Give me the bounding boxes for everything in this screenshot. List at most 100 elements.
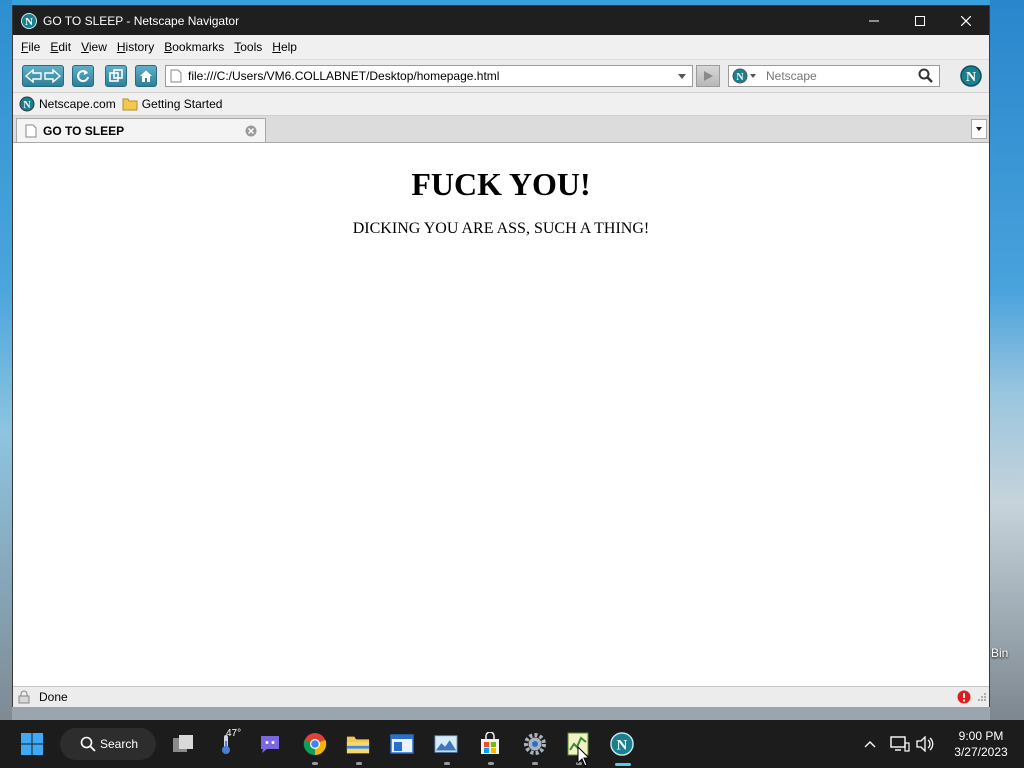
running-indicator: [488, 762, 494, 765]
browser-window: N GO TO SLEEP - Netscape Navigator File …: [12, 5, 990, 707]
reload-icon: [77, 70, 89, 83]
close-button[interactable]: [943, 6, 989, 35]
mouse-cursor-icon: [577, 746, 591, 767]
netscape-icon: N: [21, 12, 37, 29]
desktop-right-strip: [990, 0, 1024, 720]
menu-bookmarks[interactable]: Bookmarks: [164, 40, 224, 54]
menu-edit[interactable]: Edit: [50, 40, 71, 54]
taskbar-file-explorer[interactable]: [346, 732, 370, 756]
menu-tools[interactable]: Tools: [234, 40, 262, 54]
go-arrow-icon: [704, 71, 713, 81]
running-indicator: [532, 762, 538, 765]
svg-text:N: N: [736, 72, 744, 83]
show-hidden-icons-button[interactable]: [858, 732, 882, 756]
task-view-icon: [173, 735, 193, 752]
system-clock[interactable]: 9:00 PM 3/27/2023: [944, 728, 1018, 760]
taskbar-chrome[interactable]: [303, 732, 327, 756]
menu-file[interactable]: File: [21, 40, 40, 54]
back-forward-button[interactable]: [22, 65, 64, 87]
search-box[interactable]: N: [728, 65, 940, 87]
tab-go-to-sleep[interactable]: GO TO SLEEP: [16, 118, 266, 142]
volume-control[interactable]: [913, 732, 937, 756]
netscape-throbber-icon[interactable]: N: [960, 65, 982, 87]
tab-list-button[interactable]: [971, 119, 987, 139]
navigation-toolbar: file:///C:/Users/VM6.COLLABNET/Desktop/h…: [13, 60, 989, 93]
tab-label: GO TO SLEEP: [43, 123, 125, 138]
search-input[interactable]: [764, 68, 918, 84]
minimize-button[interactable]: [851, 6, 897, 35]
search-engine-icon[interactable]: N: [732, 68, 758, 84]
chevron-up-icon: [864, 741, 876, 748]
menu-history[interactable]: History: [117, 40, 154, 54]
weather-widget[interactable]: 47°: [214, 728, 241, 756]
menu-view[interactable]: View: [81, 40, 107, 54]
network-status[interactable]: [888, 732, 912, 756]
start-button[interactable]: [20, 732, 44, 756]
folder-icon: [346, 736, 370, 754]
network-icon: [890, 736, 910, 752]
status-text: Done: [39, 690, 68, 704]
url-text[interactable]: file:///C:/Users/VM6.COLLABNET/Desktop/h…: [188, 69, 676, 83]
maximize-icon: [915, 15, 925, 26]
bookmark-netscape[interactable]: N Netscape.com: [19, 96, 116, 112]
taskbar-settings[interactable]: [523, 732, 547, 756]
window-title: GO TO SLEEP - Netscape Navigator: [43, 13, 240, 28]
taskbar-photos[interactable]: [434, 732, 458, 756]
stop-icon: [109, 69, 123, 82]
running-indicator: [444, 762, 450, 765]
bookmark-label: Getting Started: [141, 97, 223, 111]
netscape-icon: N: [610, 732, 634, 756]
taskbar-app-blue[interactable]: [390, 732, 414, 756]
home-icon: [140, 70, 152, 82]
clock-time: 9:00 PM: [958, 729, 1004, 743]
netscape-icon: N: [19, 96, 35, 112]
bookmark-getting-started[interactable]: Getting Started: [122, 97, 223, 111]
search-icon: [80, 736, 96, 752]
reload-button[interactable]: [72, 65, 94, 87]
bookmark-label: Netscape.com: [39, 97, 116, 111]
resize-grip-icon[interactable]: [977, 692, 987, 702]
maximize-button[interactable]: [897, 6, 943, 35]
error-alert-icon[interactable]: [957, 690, 971, 704]
taskbar-search[interactable]: Search: [60, 728, 156, 760]
chat-icon: [261, 736, 279, 753]
running-indicator: [356, 762, 362, 765]
page-paragraph: DICKING YOU ARE ASS, SUCH A THING!: [352, 220, 650, 237]
taskbar-netscape[interactable]: N: [610, 732, 634, 756]
minimize-icon: [869, 20, 879, 21]
chrome-icon: [303, 733, 327, 756]
svg-text:N: N: [23, 100, 31, 111]
search-icon[interactable]: [918, 68, 934, 84]
tab-bar: GO TO SLEEP: [13, 116, 989, 143]
desktop-left-strip: [0, 0, 12, 720]
close-icon: [961, 15, 971, 26]
menu-help[interactable]: Help: [272, 40, 297, 54]
svg-text:N: N: [25, 16, 33, 28]
chevron-down-icon: [976, 127, 982, 131]
tab-close-icon[interactable]: [245, 125, 257, 137]
task-view-button[interactable]: [171, 732, 195, 756]
url-dropdown-icon[interactable]: [676, 71, 688, 81]
folder-icon: [122, 98, 138, 111]
bookmarks-toolbar: N Netscape.com Getting Started: [13, 93, 989, 116]
weather-temp: 47°: [226, 728, 242, 739]
menu-bar: File Edit View History Bookmarks Tools H…: [13, 35, 989, 60]
security-lock-icon[interactable]: [17, 690, 31, 704]
page-icon: [170, 69, 182, 83]
status-bar: Done: [13, 686, 989, 707]
url-bar[interactable]: file:///C:/Users/VM6.COLLABNET/Desktop/h…: [165, 65, 693, 87]
active-indicator: [615, 763, 631, 766]
svg-text:N: N: [617, 738, 628, 754]
taskbar-store[interactable]: [478, 732, 502, 756]
photos-icon: [434, 735, 458, 753]
recycle-bin-label[interactable]: Bin: [991, 646, 1008, 660]
stop-button[interactable]: [105, 65, 127, 87]
running-indicator: [312, 762, 318, 765]
taskbar-chat[interactable]: [258, 732, 282, 756]
home-button[interactable]: [135, 65, 157, 87]
go-button[interactable]: [696, 65, 720, 87]
gear-icon: [524, 733, 546, 755]
windows-logo-icon: [21, 733, 43, 755]
back-forward-arrows-icon: [24, 68, 62, 84]
clock-date: 3/27/2023: [954, 745, 1008, 759]
